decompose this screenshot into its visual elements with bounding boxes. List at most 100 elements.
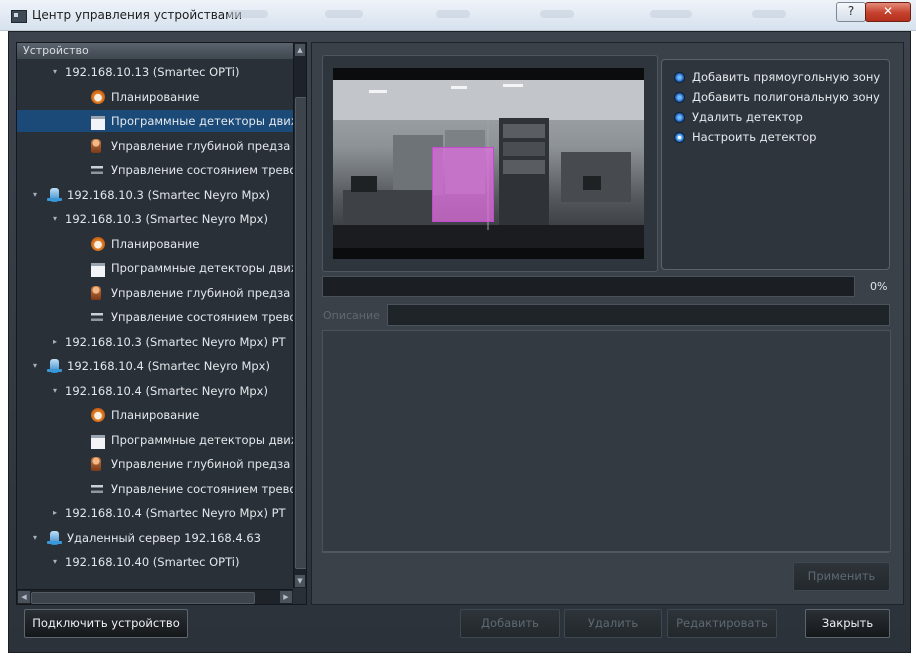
tree-function-item[interactable]: Программные детекторы движ [17, 257, 294, 279]
delete-button[interactable]: Удалить [564, 609, 662, 638]
tree-function-item[interactable]: Управление глубиной предза [17, 453, 294, 475]
clock-icon [91, 408, 105, 422]
radio-button-icon[interactable] [674, 72, 685, 83]
add-button[interactable]: Добавить [460, 609, 560, 638]
scroll-down-icon[interactable]: ▼ [295, 575, 305, 587]
tree-function-item[interactable]: Планирование [17, 233, 294, 255]
tree-item-label: 192.168.10.4 (Smartec Neyro Mpx) [67, 359, 270, 373]
tree-device-item[interactable]: ▾ 192.168.10.13 (Smartec OPTi) [17, 61, 294, 83]
tree-device-item[interactable]: ▾ 192.168.10.40 (Smartec OPTi) [17, 551, 294, 573]
tree-column-header[interactable]: Устройство [17, 43, 293, 59]
tree-horizontal-scrollbar[interactable]: ◀ ▶ [17, 589, 293, 604]
chevron-down-icon[interactable]: ▾ [53, 208, 57, 230]
tree-hscroll-thumb[interactable] [31, 592, 255, 604]
window-title: Центр управления устройствами [32, 8, 242, 22]
detector-icon [91, 116, 105, 130]
tree-item-label: 192.168.10.40 (Smartec OPTi) [65, 555, 240, 569]
detector-icon [91, 263, 105, 277]
clock-icon [91, 236, 105, 251]
tree-device-item[interactable]: ▸ 192.168.10.4 (Smartec Neyro Mpx) PT [17, 502, 294, 524]
help-button[interactable]: ? [836, 2, 866, 22]
tree-server-item[interactable]: ▾ 192.168.10.3 (Smartec Neyro Mpx) [17, 184, 294, 206]
tree-item-label: Удаленный сервер 192.168.4.63 [67, 530, 262, 545]
chevron-down-icon[interactable]: ▾ [53, 551, 57, 573]
detector-icon [91, 434, 105, 449]
tree-item-label: Программные детекторы движ [111, 432, 294, 447]
tree-item-label: Управление глубиной предза [111, 285, 291, 300]
description-label: Описание [323, 309, 380, 322]
server-icon [47, 530, 62, 545]
title-bar: Центр управления устройствами ? ✕ [0, 0, 916, 31]
close-window-button[interactable]: ✕ [865, 2, 911, 22]
device-management-window: Центр управления устройствами ? ✕ ▾ 192.1… [0, 0, 916, 656]
chevron-down-icon[interactable]: ▾ [53, 61, 57, 83]
state-icon [91, 481, 103, 496]
chevron-right-icon[interactable]: ▸ [53, 331, 57, 353]
chevron-down-icon[interactable]: ▾ [33, 355, 37, 377]
tree-server-item[interactable]: ▾ Удаленный сервер 192.168.4.63 [17, 527, 294, 549]
tree-function-item[interactable]: Программные детекторы движ [17, 110, 294, 132]
scroll-left-icon[interactable]: ◀ [18, 591, 30, 603]
scroll-right-icon[interactable]: ▶ [280, 591, 292, 603]
description-input[interactable] [387, 304, 890, 326]
tree-vertical-scrollbar[interactable]: ▲ ▼ [293, 43, 306, 588]
tree-item-label: Управление состоянием трево [111, 163, 294, 177]
detector-list[interactable] [322, 330, 891, 552]
tree-device-item[interactable]: ▸ 192.168.10.3 (Smartec Neyro Mpx) PT [17, 331, 294, 353]
blurred-tab [325, 10, 363, 18]
separator [322, 551, 889, 553]
state-icon [91, 310, 103, 324]
tree-item-label: Планирование [111, 408, 200, 422]
close-button[interactable]: Закрыть [805, 609, 890, 638]
radio-button-icon[interactable] [674, 112, 685, 123]
option-label: Добавить прямоугольную зону [692, 70, 881, 84]
tree-function-item[interactable]: Планирование [17, 86, 294, 108]
scroll-up-icon[interactable]: ▲ [295, 44, 305, 56]
tree-item-label: Программные детекторы движ [111, 261, 294, 275]
apply-button[interactable]: Применить [793, 562, 890, 591]
tree-function-item[interactable]: Управление глубиной предза [17, 135, 294, 157]
option-label: Настроить детектор [692, 130, 817, 144]
tree-scroll-thumb[interactable] [295, 97, 306, 569]
tree-item-label: 192.168.10.13 (Smartec OPTi) [65, 65, 240, 79]
blurred-tab [752, 10, 786, 18]
chevron-right-icon[interactable]: ▸ [53, 502, 57, 524]
tree-function-item[interactable]: Программные детекторы движ [17, 429, 294, 451]
tree-server-item[interactable]: ▾ 192.168.10.4 (Smartec Neyro Mpx) [17, 355, 294, 377]
device-tree-rows: ▾ 192.168.10.13 (Smartec OPTi) Планировани… [17, 43, 294, 589]
option-label: Удалить детектор [692, 110, 803, 124]
server-icon [47, 187, 62, 202]
radio-button-icon[interactable] [674, 92, 685, 103]
clock-icon [91, 89, 105, 104]
tree-item-label: Управление глубиной предза [111, 138, 291, 153]
blurred-tab [540, 10, 574, 18]
chevron-down-icon[interactable]: ▾ [33, 527, 37, 549]
progress-bar [322, 276, 855, 297]
tree-item-label: Планирование [111, 89, 200, 104]
tree-function-item[interactable]: Планирование [17, 404, 294, 426]
detector-zone[interactable] [432, 147, 494, 222]
tree-item-label: Управление глубиной предза [111, 457, 291, 471]
chevron-down-icon[interactable]: ▾ [33, 184, 37, 206]
progress-percent: 0% [870, 280, 888, 293]
tree-item-label: 192.168.10.3 (Smartec Neyro Mpx) [65, 212, 268, 226]
tree-function-item[interactable]: Управление состоянием трево [17, 478, 294, 500]
device-tree: ▾ 192.168.10.13 (Smartec OPTi) Планировани… [16, 42, 307, 605]
chevron-down-icon[interactable]: ▾ [53, 380, 57, 402]
tree-item-label: 192.168.10.3 (Smartec Neyro Mpx) PT [65, 334, 286, 349]
tree-function-item[interactable]: Управление состоянием трево [17, 159, 294, 181]
radio-button-icon[interactable] [674, 132, 685, 143]
tree-item-label: 192.168.10.4 (Smartec Neyro Mpx) PT [65, 506, 286, 520]
tree-device-item[interactable]: ▾ 192.168.10.3 (Smartec Neyro Mpx) [17, 208, 294, 230]
state-icon [91, 163, 103, 177]
blurred-tab [436, 10, 470, 18]
tree-item-label: 192.168.10.3 (Smartec Neyro Mpx) [67, 187, 270, 202]
tree-item-label: 192.168.10.4 (Smartec Neyro Mpx) [65, 383, 268, 398]
tree-function-item[interactable]: Управление глубиной предза [17, 282, 294, 304]
camera-preview[interactable] [333, 68, 644, 259]
tree-function-item[interactable]: Управление состоянием трево [17, 306, 294, 328]
tree-device-item[interactable]: ▾ 192.168.10.4 (Smartec Neyro Mpx) [17, 380, 294, 402]
connect-device-button[interactable]: Подключить устройство [24, 609, 188, 638]
edit-button[interactable]: Редактировать [667, 609, 777, 638]
tree-item-label: Управление состоянием трево [111, 481, 294, 496]
